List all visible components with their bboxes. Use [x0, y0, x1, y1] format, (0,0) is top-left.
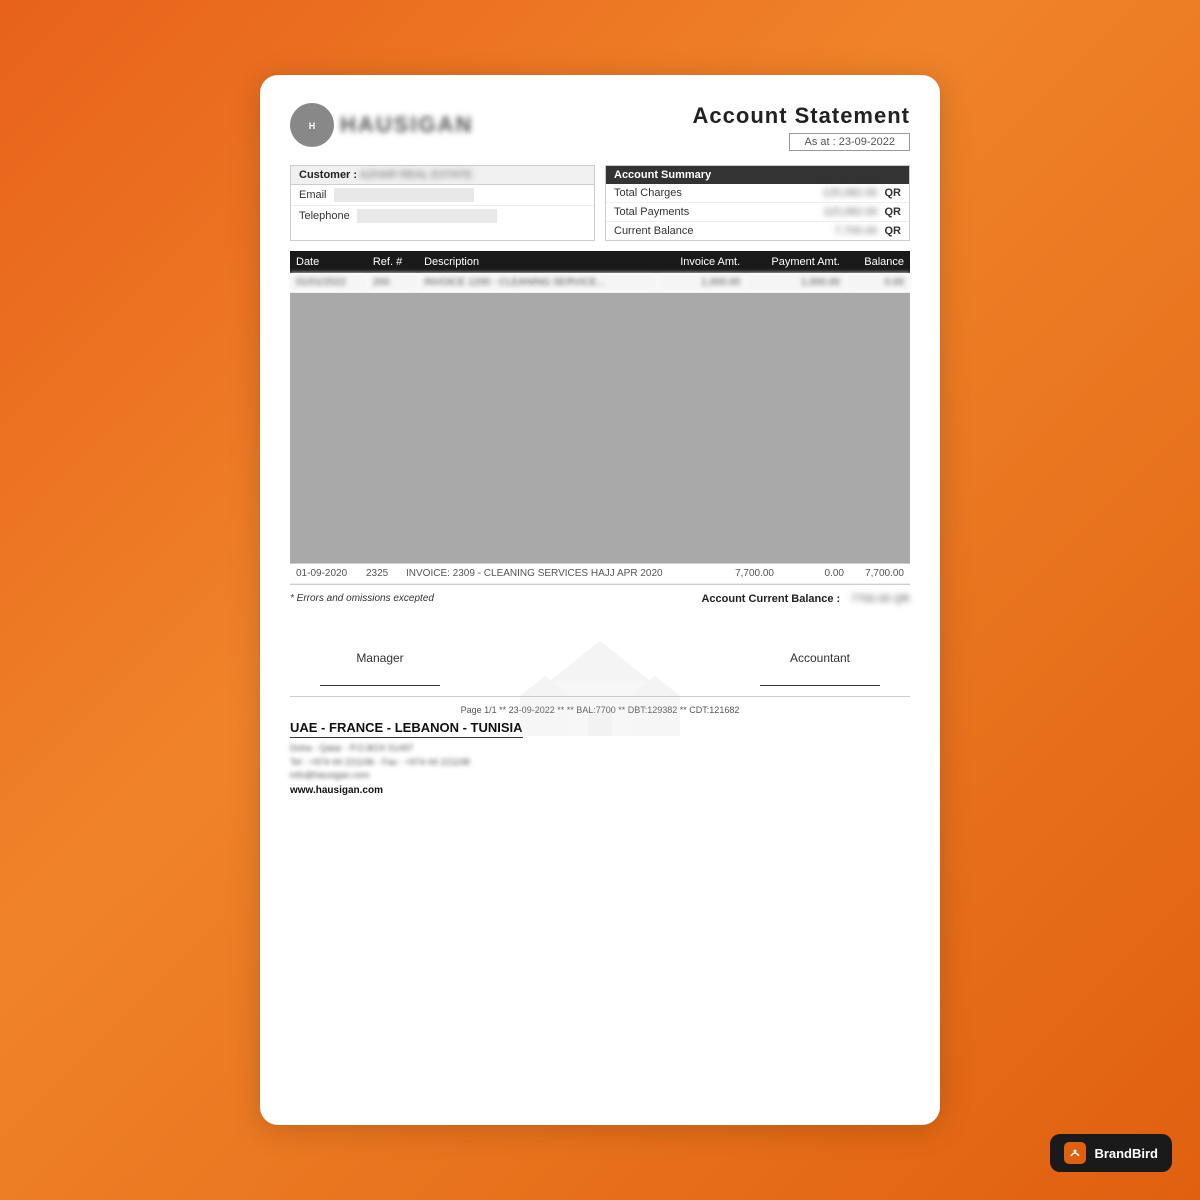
balance-label: Current Balance — [614, 225, 694, 237]
company-details: Doha - Qatar - P.O.BOX 51497 Tel : +974-… — [290, 742, 910, 783]
document-card: H HAUSIGAN Account Statement As at : 23-… — [260, 75, 940, 1125]
table-row-first: 01/01/2022 200 INVOICE 1200 - CLEANING S… — [290, 273, 910, 293]
brandbird-icon — [1064, 1142, 1086, 1164]
logo-text-block: HAUSIGAN — [340, 112, 473, 138]
col-balance: Balance — [846, 251, 910, 273]
email-row: Email — [291, 185, 594, 206]
accountant-label: Accountant — [750, 651, 890, 665]
logo-area: H HAUSIGAN — [290, 103, 473, 147]
summary-row-charges: Total Charges 125,082.00 QR — [606, 184, 909, 203]
summary-block: Account Summary Total Charges 125,082.00… — [605, 165, 910, 241]
summary-row-balance: Current Balance 7,700.00 QR — [606, 222, 909, 240]
charges-label: Total Charges — [614, 187, 682, 199]
col-invoice-amt: Invoice Amt. — [657, 251, 746, 273]
blurred-transactions — [290, 293, 910, 563]
telephone-row: Telephone — [291, 206, 594, 226]
manager-sig-block: Manager — [310, 651, 450, 686]
lastrow-invoice: 7,700.00 — [710, 564, 780, 584]
row1-date: 01/01/2022 — [290, 273, 367, 293]
manager-label: Manager — [310, 651, 450, 665]
watermark-house — [520, 631, 680, 756]
lastrow-desc: INVOICE: 2309 - CLEANING SERVICES HAJJ A… — [400, 564, 710, 584]
company-countries: UAE - FRANCE - LEBANON - TUNISIA — [290, 720, 523, 738]
customer-label: Customer : — [299, 169, 357, 181]
email-value-box — [334, 188, 474, 202]
customer-name-value: AZHAR REAL ESTATE — [360, 169, 473, 181]
as-at-box: As at : 23-09-2022 — [789, 133, 910, 151]
payments-currency: QR — [885, 206, 902, 218]
company-address1: Doha - Qatar - P.O.BOX 51497 — [290, 742, 910, 756]
accountant-sig-line — [760, 685, 880, 686]
accountant-sig-block: Accountant — [750, 651, 890, 686]
errors-text: * Errors and omissions excepted — [290, 593, 434, 604]
row1-payment: 1,000.00 — [746, 273, 846, 293]
svg-text:H: H — [309, 121, 316, 131]
lastrow-ref: 2325 — [360, 564, 400, 584]
lastrow-balance: 7,700.00 — [850, 564, 910, 584]
balance-value: 7,700.00 — [835, 225, 878, 237]
col-ref: Ref. # — [367, 251, 418, 273]
logo-icon: H — [290, 103, 334, 147]
row1-desc: INVOICE 1200 - CLEANING SERVICE... — [418, 273, 657, 293]
row1-ref: 200 — [367, 273, 418, 293]
lastrow-payment: 0.00 — [780, 564, 850, 584]
email-label: Email — [299, 189, 327, 201]
customer-block: Customer : AZHAR REAL ESTATE Email Telep… — [290, 165, 595, 241]
account-balance-value: 7700.00 QR — [851, 593, 910, 605]
table-row-last: 01-09-2020 2325 INVOICE: 2309 - CLEANING… — [290, 564, 910, 584]
company-address2: Tel : +974-44 221196 - Fax : +974-44 221… — [290, 756, 910, 770]
logo-text: HAUSIGAN — [340, 112, 473, 138]
payments-label: Total Payments — [614, 206, 689, 218]
telephone-label: Telephone — [299, 210, 350, 222]
table-footer: * Errors and omissions excepted Account … — [290, 584, 910, 611]
company-website: www.hausigan.com — [290, 785, 910, 796]
summary-header: Account Summary — [606, 166, 909, 184]
charges-currency: QR — [885, 187, 902, 199]
account-balance-label: Account Current Balance : — [701, 593, 840, 605]
col-payment-amt: Payment Amt. — [746, 251, 846, 273]
brandbird-label: BrandBird — [1094, 1146, 1158, 1161]
last-row-table: 01-09-2020 2325 INVOICE: 2309 - CLEANING… — [290, 563, 910, 584]
company-email: info@hausigan.com — [290, 769, 910, 783]
summary-row-payments: Total Payments 115,082.00 QR — [606, 203, 909, 222]
customer-name-row: Customer : AZHAR REAL ESTATE — [291, 166, 594, 185]
transactions-table: Date Ref. # Description Invoice Amt. Pay… — [290, 251, 910, 293]
row1-balance: 0.00 — [846, 273, 910, 293]
document-title: Account Statement — [693, 103, 910, 129]
lastrow-date: 01-09-2020 — [290, 564, 360, 584]
col-description: Description — [418, 251, 657, 273]
document-header: H HAUSIGAN Account Statement As at : 23-… — [290, 103, 910, 151]
row1-invoice: 1,000.00 — [657, 273, 746, 293]
info-section: Customer : AZHAR REAL ESTATE Email Telep… — [290, 165, 910, 241]
payments-value: 115,082.00 — [823, 206, 877, 218]
col-date: Date — [290, 251, 367, 273]
signature-area: Manager Accountant — [310, 651, 890, 686]
statement-title: Account Statement As at : 23-09-2022 — [693, 103, 910, 151]
charges-value: 125,082.00 — [822, 187, 877, 199]
manager-sig-line — [320, 685, 440, 686]
balance-currency: QR — [885, 225, 902, 237]
brandbird-badge: BrandBird — [1050, 1134, 1172, 1172]
telephone-value-box — [357, 209, 497, 223]
